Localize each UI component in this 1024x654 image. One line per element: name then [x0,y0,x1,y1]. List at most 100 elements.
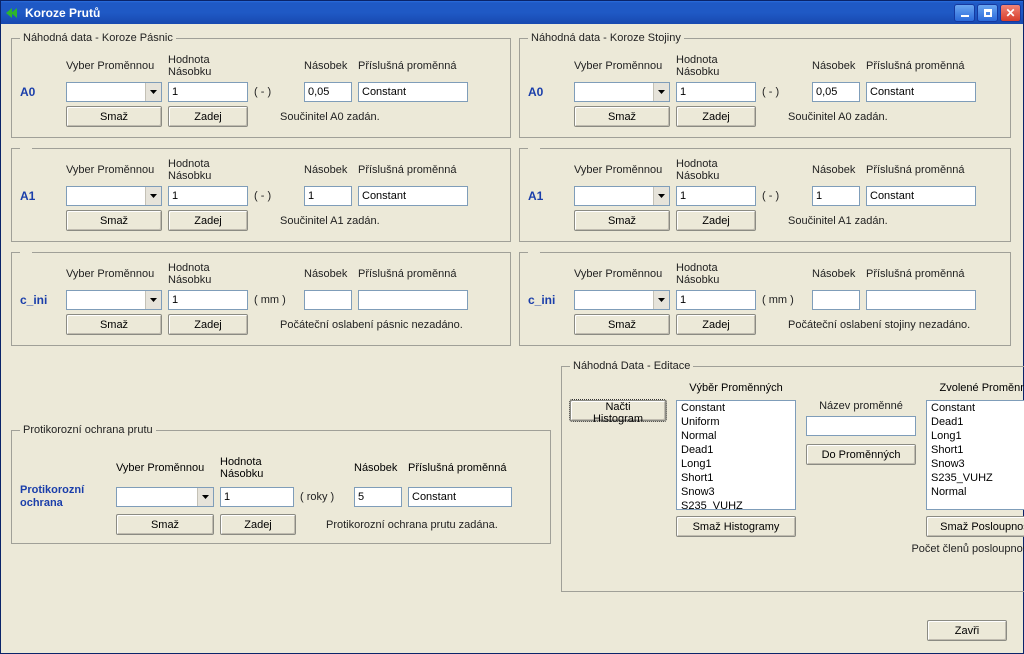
smaz-button[interactable]: Smaž [66,314,162,335]
zadej-button[interactable]: Zadej [220,514,296,535]
pocet-label: Počet členů posloupnosti: 7 [570,543,1024,555]
input-ochrana-promenna[interactable] [408,487,512,507]
list-item[interactable]: Dead1 [677,443,795,457]
group-stojiny-legend: Náhodná data - Koroze Stojiny [528,32,684,44]
list-item[interactable]: Constant [927,401,1024,415]
input-pasnic-a0-nasobek[interactable] [304,82,352,102]
input-stojiny-a0-promenna[interactable] [866,82,976,102]
combo-stojiny-a0[interactable] [574,82,670,102]
list-item[interactable]: Normal [927,485,1024,499]
listbox-zvolene[interactable]: ConstantDead1Long1Short1Snow3S235_VUHZNo… [926,400,1024,510]
smaz-button[interactable]: Smaž [66,210,162,231]
combo-pasnic-cini[interactable] [66,290,162,310]
list-item[interactable]: S235_VUHZ [677,499,795,510]
input-pasnic-cini-nasobek[interactable] [304,290,352,310]
window: Koroze Prutů ✕ Náhodná data - Koroze Pás… [0,0,1024,654]
status-pasnic-a1: Součinitel A1 zadán. [254,215,502,227]
smaz-button[interactable]: Smaž [574,314,670,335]
chevron-down-icon[interactable] [145,187,161,205]
group-editace: Náhodná Data - Editace Výběr Proměnných … [561,360,1024,592]
label-vyber-promennych: Výběr Proměnných [676,382,796,394]
combo-ochrana[interactable] [116,487,214,507]
list-item[interactable]: Long1 [677,457,795,471]
list-item[interactable]: Short1 [677,471,795,485]
zavri-button[interactable]: Zavři [927,620,1007,641]
status-pasnic-cini: Počáteční oslabení pásnic nezadáno. [254,319,502,331]
list-item[interactable]: Long1 [927,429,1024,443]
chevron-down-icon[interactable] [653,187,669,205]
zadej-button[interactable]: Zadej [676,106,756,127]
group-editace-legend: Náhodná Data - Editace [570,360,693,372]
group-pasnic-a1: x Vyber Proměnnou Hodnota Násobku Násobe… [11,142,511,242]
close-button[interactable]: ✕ [1000,4,1021,22]
window-buttons: ✕ [954,4,1021,22]
list-item[interactable]: Dead1 [927,415,1024,429]
unit-pasnic-a0: ( - ) [254,86,298,98]
row-label-a1: A1 [20,189,60,203]
smaz-button[interactable]: Smaž [66,106,162,127]
input-pasnic-a0-promenna[interactable] [358,82,468,102]
status-ochrana: Protikorozní ochrana prutu zadána. [300,519,542,531]
row-label-ochrana: Protikorozní ochrana [20,484,110,510]
chevron-down-icon[interactable] [145,291,161,309]
list-item[interactable]: Constant [677,401,795,415]
list-item[interactable]: Snow3 [927,457,1024,471]
do-promennych-button[interactable]: Do Proměnných [806,444,916,465]
input-stojiny-a0-hodnota[interactable] [676,82,756,102]
titlebar: Koroze Prutů ✕ [1,1,1023,24]
combo-pasnic-a1[interactable] [66,186,162,206]
zadej-button[interactable]: Zadej [168,210,248,231]
smaz-posloupnost-button[interactable]: Smaž Posloupnost [926,516,1024,537]
chevron-down-icon[interactable] [653,83,669,101]
group-pasnic-cini: x Vyber Proměnnou Hodnota Násobku Násobe… [11,246,511,346]
nacti-histogram-button[interactable]: Načti Histogram [570,400,666,421]
input-pasnic-a1-nasobek[interactable] [304,186,352,206]
group-ochrana-legend: Protikorozní ochrana prutu [20,424,156,436]
zadej-button[interactable]: Zadej [676,210,756,231]
chevron-down-icon[interactable] [653,291,669,309]
zadej-button[interactable]: Zadej [676,314,756,335]
input-pasnic-cini-promenna[interactable] [358,290,468,310]
zadej-button[interactable]: Zadej [168,314,248,335]
chevron-down-icon[interactable] [145,83,161,101]
row-label-cini: c_ini [20,293,60,307]
input-pasnic-cini-hodnota[interactable] [168,290,248,310]
group-stojiny-a0: Náhodná data - Koroze Stojiny Vyber Prom… [519,32,1011,138]
combo-pasnic-a0[interactable] [66,82,162,102]
smaz-button[interactable]: Smaž [574,210,670,231]
group-stojiny-cini: x Vyber Proměnnou Hodnota Násobku Násobe… [519,246,1011,346]
input-nazev-promenne[interactable] [806,416,916,436]
group-pasnic-legend: Náhodná data - Koroze Pásnic [20,32,176,44]
list-item[interactable]: Uniform [677,415,795,429]
chevron-down-icon[interactable] [197,488,213,506]
smaz-button[interactable]: Smaž [116,514,214,535]
content-area: Náhodná data - Koroze Pásnic Vyber Promě… [1,24,1023,653]
maximize-button[interactable] [977,4,998,22]
input-ochrana-nasobek[interactable] [354,487,402,507]
list-item[interactable]: S235_VUHZ [927,471,1024,485]
listbox-vyber[interactable]: ConstantUniformNormalDead1Long1Short1Sno… [676,400,796,510]
app-icon [5,5,21,21]
label-hodnota: Hodnota Násobku [168,54,248,78]
input-pasnic-a1-promenna[interactable] [358,186,468,206]
zadej-button[interactable]: Zadej [168,106,248,127]
list-item[interactable]: Snow3 [677,485,795,499]
input-ochrana-hodnota[interactable] [220,487,294,507]
input-stojiny-a0-nasobek[interactable] [812,82,860,102]
window-title: Koroze Prutů [25,6,954,20]
combo-stojiny-cini[interactable] [574,290,670,310]
list-item[interactable]: Normal [677,429,795,443]
smaz-button[interactable]: Smaž [574,106,670,127]
label-nazev-promenne: Název proměnné [806,400,916,412]
list-item[interactable]: Short1 [927,443,1024,457]
group-stojiny-a1: x Vyber Proměnnou Hodnota Násobku Násobe… [519,142,1011,242]
combo-stojiny-a1[interactable] [574,186,670,206]
status-pasnic-a0: Součinitel A0 zadán. [254,111,502,123]
label-prislusna: Příslušná proměnná [358,60,468,72]
minimize-button[interactable] [954,4,975,22]
input-pasnic-a1-hodnota[interactable] [168,186,248,206]
input-pasnic-a0-hodnota[interactable] [168,82,248,102]
label-zvolene-promenne: Zvolené Proměnné [926,382,1024,394]
smaz-histogramy-button[interactable]: Smaž Histogramy [676,516,796,537]
group-pasnic-a0: Náhodná data - Koroze Pásnic Vyber Promě… [11,32,511,138]
